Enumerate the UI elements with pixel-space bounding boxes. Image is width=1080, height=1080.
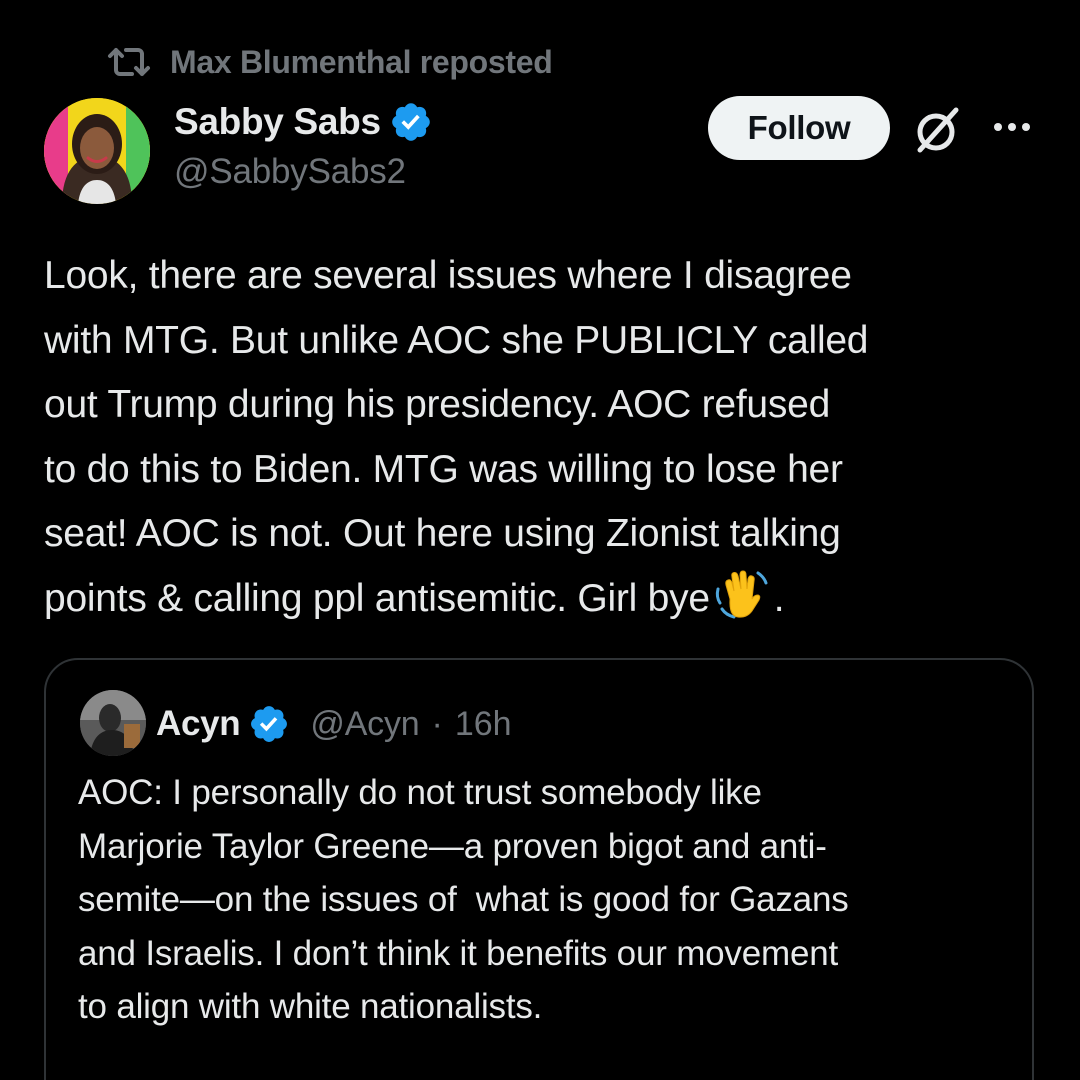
follow-button[interactable]: Follow (708, 96, 890, 160)
quote-line: Marjorie Taylor Greene—a proven bigot an… (78, 826, 827, 866)
quote-line: and Israelis. I don’t think it benefits … (78, 933, 838, 973)
quote-separator: · (431, 704, 443, 743)
author-handle[interactable]: @SabbySabs2 (174, 152, 433, 192)
more-options-icon[interactable] (990, 112, 1034, 142)
tweet-line: seat! AOC is not. Out here using Zionist… (44, 512, 841, 555)
tweet-view: Max Blumenthal reposted Sabby Sabs @Sabb… (0, 0, 1080, 1080)
tweet-line-last: points & calling ppl antisemitic. Girl b… (44, 567, 1044, 632)
tweet-line-text: points & calling ppl antisemitic. Girl b… (44, 576, 710, 620)
tweet-trailing: . (773, 576, 785, 620)
tweet-line: Look, there are several issues where I d… (44, 254, 852, 297)
tweet-body: Look, there are several issues where I d… (44, 244, 1044, 631)
repost-icon (108, 48, 150, 76)
quote-header[interactable]: Acyn @Acyn · 16h (156, 700, 512, 748)
quote-line: to align with white nationalists. (78, 987, 543, 1026)
quote-body: AOC: I personally do not trust somebody … (78, 766, 1018, 1034)
quote-line: semite—on the issues of what is good for… (78, 880, 849, 919)
quote-display-name[interactable]: Acyn (156, 704, 241, 744)
verified-badge-icon[interactable] (389, 100, 433, 144)
quoted-tweet[interactable]: Acyn @Acyn · 16h AOC: I personally do no… (44, 658, 1034, 1080)
tweet-line: to do this to Biden. MTG was willing to … (44, 447, 843, 491)
quote-handle[interactable]: @Acyn (310, 705, 419, 744)
author-display-name[interactable]: Sabby Sabs (174, 101, 381, 143)
repost-label: Max Blumenthal reposted (170, 43, 553, 80)
author-info[interactable]: Sabby Sabs @SabbySabs2 (174, 98, 433, 192)
grok-icon[interactable] (912, 104, 964, 156)
quote-author-avatar[interactable] (80, 690, 146, 756)
author-avatar[interactable] (44, 98, 150, 204)
quote-line: AOC: I personally do not trust somebody … (78, 773, 762, 812)
verified-badge-icon[interactable] (248, 703, 290, 745)
avatar-image (44, 98, 150, 204)
tweet-line: out Trump during his presidency. AOC ref… (44, 383, 831, 426)
repost-indicator[interactable]: Max Blumenthal reposted (106, 42, 553, 82)
tweet-line: with MTG. But unlike AOC she PUBLICLY ca… (44, 318, 869, 362)
quote-timestamp[interactable]: 16h (455, 705, 512, 744)
quote-avatar-image (80, 690, 146, 756)
waving-hand-icon (715, 569, 768, 618)
